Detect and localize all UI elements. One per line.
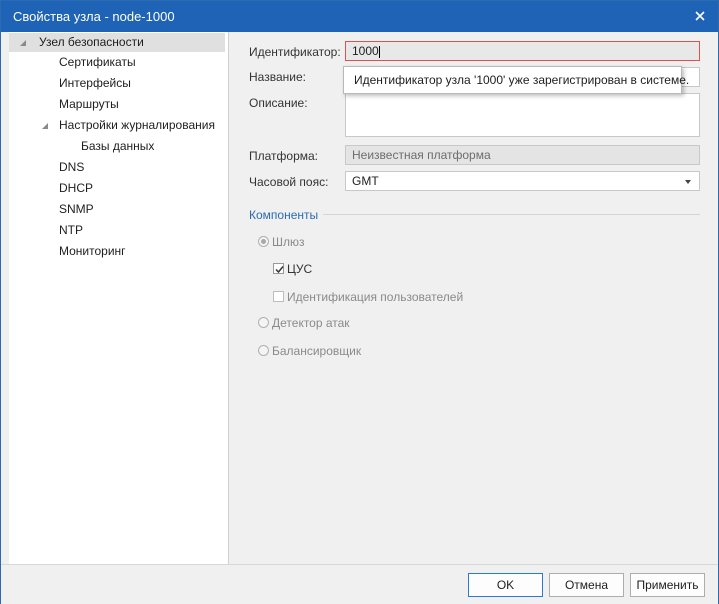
cancel-button[interactable]: Отмена bbox=[549, 573, 624, 597]
button-bar: OK Отмена Применить bbox=[1, 564, 718, 604]
tree-item-label: Настройки журналирования bbox=[59, 118, 215, 132]
close-button[interactable] bbox=[688, 5, 712, 27]
navigation-tree: Узел безопасности Сертификаты Интерфейсы… bbox=[9, 32, 229, 564]
description-field[interactable] bbox=[345, 93, 700, 137]
cus-label: ЦУС bbox=[287, 262, 313, 276]
chevron-down-icon[interactable] bbox=[685, 180, 691, 184]
properties-dialog: Свойства узла - node-1000 Узел безопасно… bbox=[0, 0, 719, 604]
tree-item-label: Интерфейсы bbox=[59, 76, 131, 90]
balancer-label: Балансировщик bbox=[272, 344, 362, 358]
gateway-radio[interactable] bbox=[258, 236, 269, 247]
id-field-value: 1000 bbox=[352, 44, 379, 58]
balancer-radio[interactable] bbox=[258, 345, 269, 356]
attack-detector-radio[interactable] bbox=[258, 317, 269, 328]
user-identification-label: Идентификация пользователей bbox=[287, 290, 464, 304]
cus-checkbox[interactable] bbox=[273, 263, 284, 274]
tree-item-label: DHCP bbox=[59, 181, 94, 195]
apply-button[interactable]: Применить bbox=[630, 573, 705, 597]
platform-label: Платформа: bbox=[249, 149, 319, 163]
checkmark-icon bbox=[275, 266, 284, 274]
title-bar: Свойства узла - node-1000 bbox=[1, 1, 718, 32]
components-section-title: Компоненты bbox=[249, 208, 319, 222]
window-title: Свойства узла - node-1000 bbox=[13, 9, 175, 24]
text-caret bbox=[378, 45, 380, 58]
tree-item-label: Базы данных bbox=[81, 139, 155, 153]
tree-item-label: Маршруты bbox=[59, 97, 119, 111]
close-icon bbox=[695, 11, 705, 21]
tree-item-label: Мониторинг bbox=[59, 244, 126, 258]
id-field[interactable]: 1000 bbox=[345, 41, 700, 61]
timezone-select[interactable]: GMT bbox=[345, 171, 700, 191]
section-divider bbox=[323, 214, 700, 215]
description-label: Описание: bbox=[249, 96, 308, 110]
id-label: Идентификатор: bbox=[249, 45, 341, 59]
timezone-select-value: GMT bbox=[352, 174, 379, 188]
tree-item-logging-settings[interactable]: Настройки журналирования bbox=[39, 116, 219, 135]
tree-item-label: Узел безопасности bbox=[39, 35, 144, 49]
attack-detector-label: Детектор атак bbox=[272, 316, 350, 330]
gateway-label: Шлюз bbox=[272, 235, 305, 249]
platform-field-value: Неизвестная платформа bbox=[352, 148, 491, 162]
tree-item-label: Сертификаты bbox=[59, 55, 136, 69]
validation-tooltip: Идентификатор узла '1000' уже зарегистри… bbox=[343, 66, 689, 94]
expanded-triangle-icon[interactable] bbox=[41, 122, 49, 130]
expanded-triangle-icon[interactable] bbox=[19, 39, 27, 47]
tree-item-label: DNS bbox=[59, 160, 85, 174]
platform-field: Неизвестная платформа bbox=[345, 145, 700, 165]
ok-button[interactable]: OK bbox=[468, 573, 543, 597]
timezone-label: Часовой пояс: bbox=[249, 175, 329, 189]
tree-item-label: NTP bbox=[59, 223, 83, 237]
user-identification-checkbox[interactable] bbox=[273, 291, 284, 302]
tree-item-label: SNMP bbox=[59, 202, 94, 216]
tree-item-security-node[interactable]: Узел безопасности bbox=[9, 33, 225, 52]
name-label: Название: bbox=[249, 70, 306, 84]
